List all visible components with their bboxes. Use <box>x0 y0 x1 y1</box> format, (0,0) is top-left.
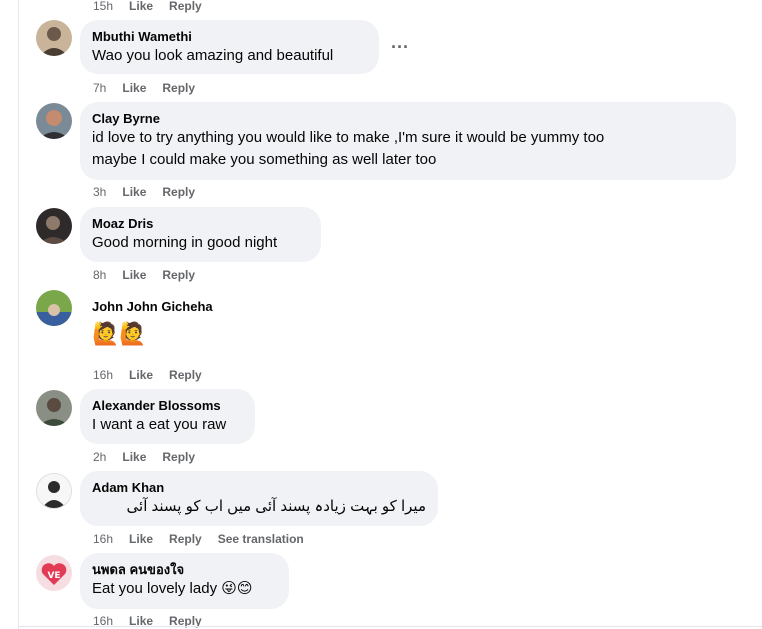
reply-button[interactable]: Reply <box>169 0 202 14</box>
comment-actions: 7h Like Reply <box>93 80 195 96</box>
avatar-photo-icon <box>36 208 72 244</box>
avatar-photo-icon <box>36 390 72 426</box>
comment-author[interactable]: Clay Byrne <box>92 110 724 127</box>
avatar[interactable] <box>36 208 72 244</box>
comment-text: Good morning in good night <box>92 234 278 251</box>
comment-bubble: Moaz Dris Good morning in good night <box>80 207 321 262</box>
comment-actions: 3h Like Reply <box>93 184 195 200</box>
divider <box>18 626 762 627</box>
avatar-photo-icon <box>36 20 72 56</box>
comment-text: Wao you look amazing and beautiful <box>92 47 334 64</box>
comment-bubble: Alexander Blossoms I want a eat you raw <box>80 389 255 444</box>
like-button[interactable]: Like <box>122 80 146 96</box>
comment-time[interactable]: 16h <box>93 367 113 383</box>
comment-time[interactable]: 2h <box>93 449 106 465</box>
comment-text-line: id love to try anything you would like t… <box>92 129 605 146</box>
comment-author[interactable]: Alexander Blossoms <box>92 397 243 414</box>
comment-text: میرا کو بہت زیادہ پسند آئی میں اب کو پسن… <box>126 498 426 515</box>
avatar[interactable] <box>36 473 72 509</box>
comment-author[interactable]: John John Gicheha <box>92 298 268 315</box>
avatar-photo-icon <box>36 103 72 139</box>
avatar[interactable] <box>36 103 72 139</box>
avatar[interactable] <box>36 390 72 426</box>
reply-button[interactable]: Reply <box>162 449 195 465</box>
comment-actions: 2h Like Reply <box>93 449 195 465</box>
more-icon: ··· <box>391 37 409 57</box>
comment-bubble: John John Gicheha 🙋🙋 <box>80 290 280 360</box>
reply-button[interactable]: Reply <box>169 367 202 383</box>
comment-text: Eat you lovely lady 😜😊 <box>92 580 253 597</box>
avatar[interactable] <box>36 20 72 56</box>
avatar-silhouette-icon <box>37 474 71 508</box>
like-button[interactable]: Like <box>129 0 153 14</box>
comment-author[interactable]: Mbuthi Wamethi <box>92 28 367 45</box>
avatar[interactable]: VE <box>36 555 72 591</box>
comment-actions: 8h Like Reply <box>93 267 195 283</box>
comment-time[interactable]: 7h <box>93 80 106 96</box>
comment-emoji-text: 🙋🙋 <box>92 321 147 346</box>
comment-bubble: Mbuthi Wamethi Wao you look amazing and … <box>80 20 379 74</box>
comment-bubble: Adam Khan میرا کو بہت زیادہ پسند آئی میں… <box>80 471 438 526</box>
comment-bubble: นพดล คนของใจ Eat you lovely lady 😜😊 <box>80 553 289 609</box>
comment-actions: 15h Like Reply <box>93 0 202 14</box>
comment-bubble: Clay Byrne id love to try anything you w… <box>80 102 736 180</box>
comment-actions: 16h Like Reply See translation <box>93 531 304 547</box>
comment-time[interactable]: 15h <box>93 0 113 14</box>
comment-actions: 16h Like Reply <box>93 367 202 383</box>
reply-button[interactable]: Reply <box>169 531 202 547</box>
comment-time[interactable]: 8h <box>93 267 106 283</box>
more-options-button[interactable]: ··· <box>385 37 415 64</box>
like-button[interactable]: Like <box>122 267 146 283</box>
comment-author[interactable]: Adam Khan <box>92 479 426 496</box>
like-button[interactable]: Like <box>129 531 153 547</box>
comment-author[interactable]: Moaz Dris <box>92 215 309 232</box>
thread-rail <box>18 0 19 629</box>
avatar-love-badge-icon: VE <box>36 555 72 591</box>
comment-author[interactable]: นพดล คนของใจ <box>92 561 277 578</box>
reply-button[interactable]: Reply <box>162 80 195 96</box>
comment-text-line: maybe I could make you something as well… <box>92 151 437 168</box>
comment-text: I want a eat you raw <box>92 416 227 433</box>
comment-time[interactable]: 3h <box>93 184 106 200</box>
reply-button[interactable]: Reply <box>162 184 195 200</box>
like-button[interactable]: Like <box>122 449 146 465</box>
like-button[interactable]: Like <box>122 184 146 200</box>
see-translation-link[interactable]: See translation <box>218 531 304 547</box>
avatar-photo-icon <box>36 290 72 326</box>
avatar[interactable] <box>36 290 72 326</box>
comment-time[interactable]: 16h <box>93 531 113 547</box>
svg-text:VE: VE <box>47 571 60 581</box>
like-button[interactable]: Like <box>129 367 153 383</box>
reply-button[interactable]: Reply <box>162 267 195 283</box>
